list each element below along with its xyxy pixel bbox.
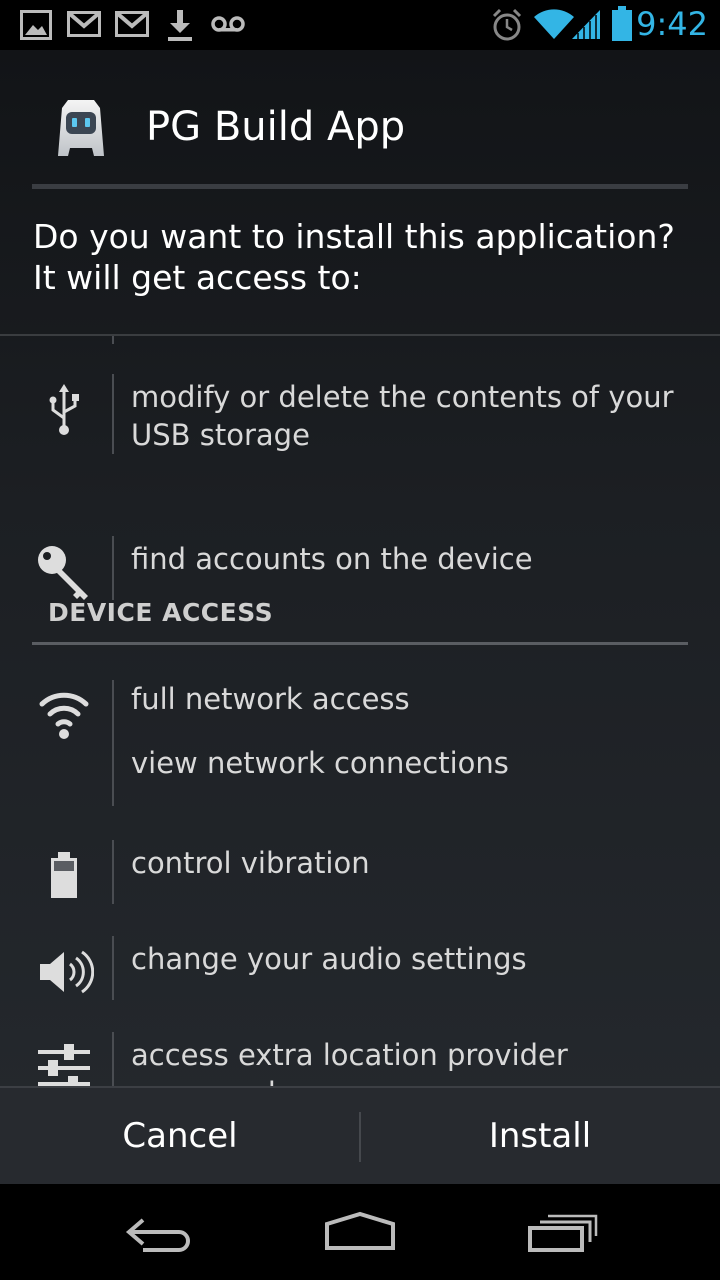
image-icon [20, 10, 52, 40]
install-question: Do you want to install this application?… [33, 217, 675, 297]
app-header: PG Build App [0, 50, 720, 189]
permission-list[interactable]: modify or delete the contents of your US… [0, 336, 720, 1086]
recent-apps-icon[interactable] [518, 1208, 608, 1258]
section-divider [32, 642, 688, 645]
battery-icon [51, 852, 77, 898]
status-bar: 9:42 [0, 0, 720, 50]
section-title-device-access: DEVICE ACCESS [48, 598, 274, 627]
header-divider [32, 184, 688, 189]
permission-text: change your audio settings [131, 942, 527, 976]
permission-item: access extra location provider commands [0, 1032, 720, 1086]
usb-icon [49, 384, 79, 435]
permission-text: view network connections [131, 746, 509, 780]
permission-text: access extra location provider commands [131, 1038, 568, 1086]
phonegap-robot-icon [58, 100, 104, 156]
install-dialog: PG Build App Do you want to install this… [0, 50, 720, 1184]
key-icon [38, 546, 88, 600]
clock: 9:42 [636, 5, 708, 43]
perm-divider [112, 1032, 114, 1086]
perm-divider [112, 536, 114, 600]
gmail-icon [67, 11, 101, 37]
perm-divider [112, 374, 114, 454]
navigation-bar [0, 1184, 720, 1280]
voicemail-icon [211, 16, 245, 32]
download-icon [168, 10, 192, 41]
alarm-icon [492, 8, 522, 41]
perm-divider [112, 680, 114, 806]
permission-text: full network access [131, 682, 410, 716]
perm-divider-fragment [112, 336, 114, 344]
permission-item: control vibration [0, 840, 720, 908]
home-icon[interactable] [315, 1208, 405, 1258]
permission-text: control vibration [131, 846, 370, 880]
perm-divider [112, 936, 114, 1000]
speaker-icon [40, 950, 94, 994]
cancel-button[interactable]: Cancel [0, 1088, 360, 1184]
wifi-signal-icon [39, 692, 89, 739]
sliders-icon [38, 1044, 90, 1086]
permission-text: modify or delete the contents of your US… [131, 380, 674, 452]
wifi-icon [534, 9, 574, 39]
back-icon[interactable] [115, 1208, 205, 1258]
gmail-icon [115, 11, 149, 37]
permission-item: change your audio settings [0, 936, 720, 1004]
battery-icon [612, 6, 632, 41]
button-bar: Cancel Install [0, 1086, 720, 1184]
permission-item: find accounts on the device [0, 534, 720, 602]
permission-item: modify or delete the contents of your US… [0, 372, 720, 456]
install-button[interactable]: Install [360, 1088, 720, 1184]
perm-divider [112, 840, 114, 904]
signal-icon [572, 10, 600, 39]
permission-item: full network access view network connect… [0, 680, 720, 808]
app-name: PG Build App [146, 104, 406, 150]
permission-text: find accounts on the device [131, 542, 533, 576]
